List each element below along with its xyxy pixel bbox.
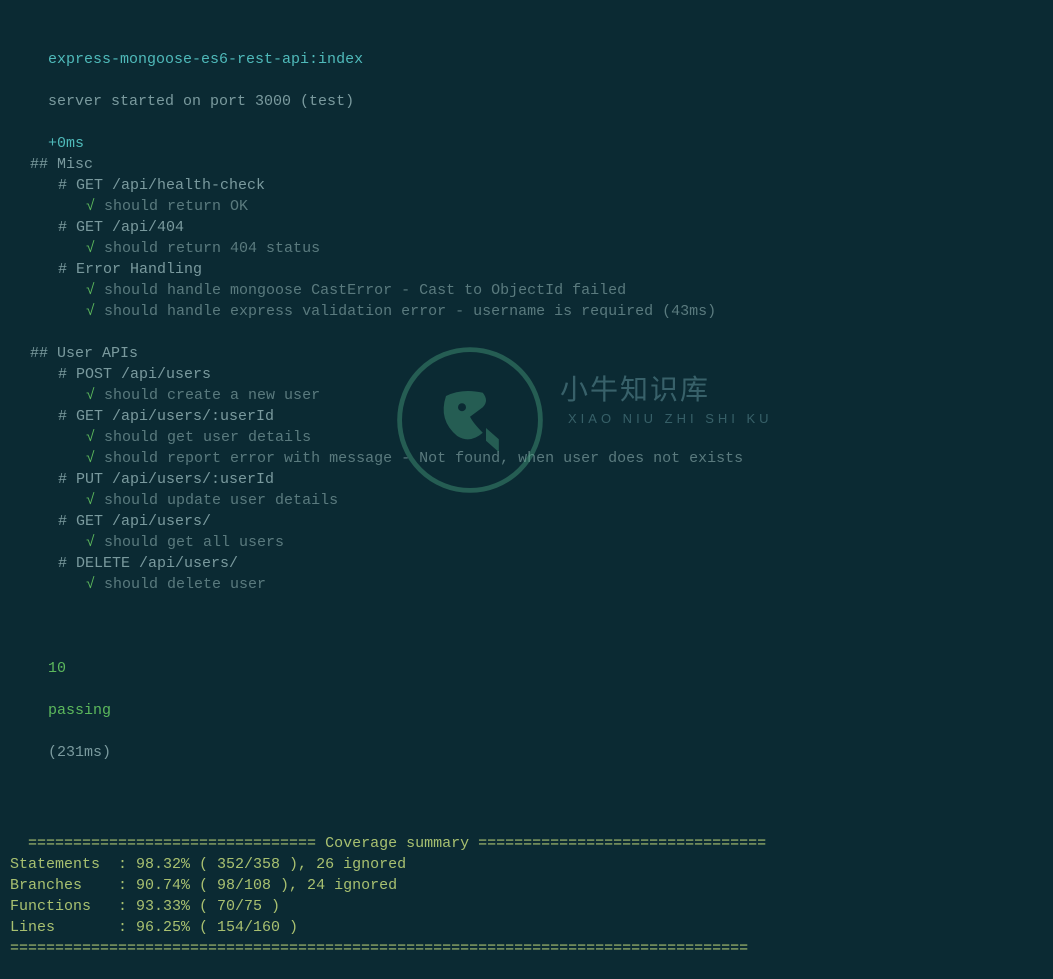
test-text: should handle express validation error -… xyxy=(104,303,653,320)
passing-duration: (231ms) xyxy=(48,744,111,761)
coverage-label: Branches xyxy=(10,877,118,894)
check-icon: √ xyxy=(86,429,95,446)
check-icon: √ xyxy=(86,534,95,551)
check-icon: √ xyxy=(86,576,95,593)
coverage-rows: Statements : 98.32% ( 352/358 ), 26 igno… xyxy=(10,854,1049,938)
check-icon: √ xyxy=(86,282,95,299)
test-timing: (43ms) xyxy=(653,303,716,320)
passing-count: 10 xyxy=(48,660,66,677)
test-text: should get user details xyxy=(104,429,311,446)
test-summary: 10 passing (231ms) xyxy=(10,637,1049,763)
test-line: √ should get all users xyxy=(10,532,1049,553)
group-title: # GET /api/users/ xyxy=(10,511,1049,532)
test-line: √ should return 404 status xyxy=(10,238,1049,259)
check-icon: √ xyxy=(86,387,95,404)
test-text: should create a new user xyxy=(104,387,320,404)
test-line: √ should update user details xyxy=(10,490,1049,511)
coverage-label: Lines xyxy=(10,919,118,936)
test-line: √ should delete user xyxy=(10,574,1049,595)
test-line: √ should create a new user xyxy=(10,385,1049,406)
test-line: √ should report error with message - Not… xyxy=(10,448,1049,469)
coverage-row: Branches : 90.74% ( 98/108 ), 24 ignored xyxy=(10,875,1049,896)
debug-namespace: express-mongoose-es6-rest-api:index xyxy=(48,51,363,68)
check-icon: √ xyxy=(86,450,95,467)
server-message: server started on port 3000 (test) xyxy=(48,93,354,110)
group-title: # GET /api/404 xyxy=(10,217,1049,238)
test-line: √ should handle mongoose CastError - Cas… xyxy=(10,280,1049,301)
coverage-label: Statements xyxy=(10,856,118,873)
blank-line xyxy=(10,763,1049,784)
coverage-value: : 90.74% ( 98/108 ), 24 ignored xyxy=(118,877,397,894)
group-title: # DELETE /api/users/ xyxy=(10,553,1049,574)
test-text: should return OK xyxy=(104,198,248,215)
suite-title: ## Misc xyxy=(10,154,1049,175)
blank-line xyxy=(10,322,1049,343)
group-title: # POST /api/users xyxy=(10,364,1049,385)
server-timing: +0ms xyxy=(48,135,84,152)
group-title: # PUT /api/users/:userId xyxy=(10,469,1049,490)
blank-line xyxy=(10,595,1049,616)
test-text: should report error with message - Not f… xyxy=(104,450,743,467)
coverage-row: Lines : 96.25% ( 154/160 ) xyxy=(10,917,1049,938)
test-text: should handle mongoose CastError - Cast … xyxy=(104,282,626,299)
test-line: √ should handle express validation error… xyxy=(10,301,1049,322)
coverage-label: Functions xyxy=(10,898,118,915)
coverage-footer: ========================================… xyxy=(10,938,1049,959)
coverage-value: : 96.25% ( 154/160 ) xyxy=(118,919,298,936)
blank-line xyxy=(10,616,1049,637)
coverage-value: : 93.33% ( 70/75 ) xyxy=(118,898,280,915)
suite-title: ## User APIs xyxy=(10,343,1049,364)
coverage-row: Statements : 98.32% ( 352/358 ), 26 igno… xyxy=(10,854,1049,875)
coverage-header: ================================ Coverag… xyxy=(10,812,1049,854)
coverage-value: : 98.32% ( 352/358 ), 26 ignored xyxy=(118,856,406,873)
group-title: # GET /api/users/:userId xyxy=(10,406,1049,427)
test-text: should get all users xyxy=(104,534,284,551)
check-icon: √ xyxy=(86,198,95,215)
test-text: should delete user xyxy=(104,576,266,593)
test-line: √ should return OK xyxy=(10,196,1049,217)
check-icon: √ xyxy=(86,240,95,257)
coverage-row: Functions : 93.33% ( 70/75 ) xyxy=(10,896,1049,917)
test-text: should return 404 status xyxy=(104,240,320,257)
group-title: # GET /api/health-check xyxy=(10,175,1049,196)
check-icon: √ xyxy=(86,492,95,509)
test-suites: ## Misc# GET /api/health-check√ should r… xyxy=(10,154,1049,595)
test-text: should update user details xyxy=(104,492,338,509)
check-icon: √ xyxy=(86,303,95,320)
passing-label: passing xyxy=(48,702,111,719)
server-start-line: express-mongoose-es6-rest-api:index serv… xyxy=(10,28,1049,154)
group-title: # Error Handling xyxy=(10,259,1049,280)
test-line: √ should get user details xyxy=(10,427,1049,448)
